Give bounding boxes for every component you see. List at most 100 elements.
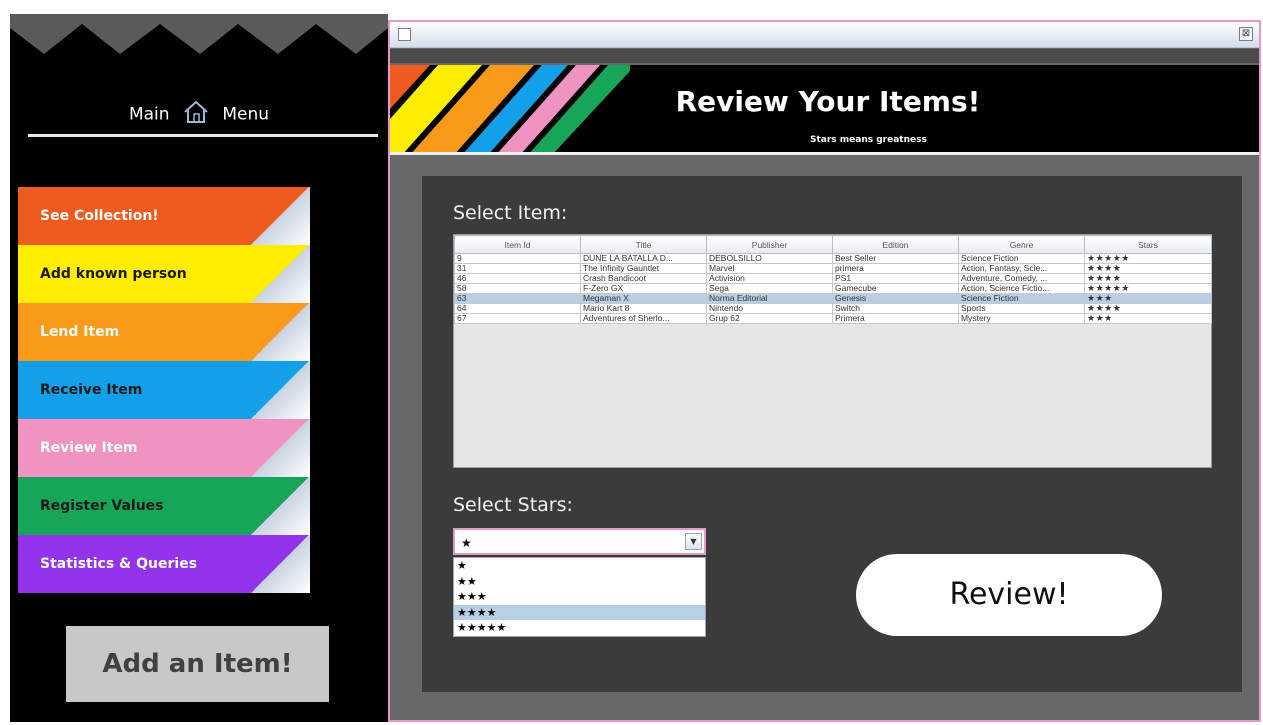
table-cell: 63 <box>454 293 581 304</box>
zigzag-decoration <box>10 14 388 54</box>
table-body: 9 DUNE LA BATALLA D... DEBOLSILLO Best Sell… <box>454 253 1212 324</box>
column-header[interactable]: Genre <box>958 235 1085 254</box>
table-cell: Sports <box>958 303 1085 314</box>
table-cell: F-Zero GX <box>580 283 707 294</box>
chevron-down-icon[interactable]: ▼ <box>685 533 702 550</box>
titlebar-shadow <box>390 49 1259 63</box>
banner: Review Your Items! Stars means greatness <box>390 65 1259 155</box>
table-row[interactable]: 31 The Infinity Gauntlet Marvel primera Acti… <box>454 263 1212 274</box>
table-cell: 64 <box>454 303 581 314</box>
stars-option[interactable]: ★★ <box>454 574 705 590</box>
table-cell: Norma Editorial <box>706 293 833 304</box>
banner-subtitle: Stars means greatness <box>810 135 927 145</box>
menu-divider <box>28 134 378 137</box>
page-fold-decoration <box>250 303 310 361</box>
nav-button-label: Lend Item <box>40 324 120 340</box>
nav-button-label: Review Item <box>40 440 138 456</box>
nav-button-6[interactable]: Register Values <box>18 477 310 535</box>
page-fold-decoration <box>250 535 310 593</box>
table-cell: 31 <box>454 263 581 274</box>
table-cell: Sega <box>706 283 833 294</box>
table-row[interactable]: 63 Megaman X Norma Editorial Genesis Science… <box>454 293 1212 304</box>
stars-option[interactable]: ★★★ <box>454 589 705 605</box>
stars-select[interactable]: ★ ▼ <box>453 528 706 555</box>
table-cell: The Infinity Gauntlet <box>580 263 707 274</box>
content-panel: Select Item: Item Id Title Publisher Editio… <box>422 176 1242 692</box>
nav-button-5[interactable]: Review Item <box>18 419 310 477</box>
table-cell: ★★★★ <box>1084 263 1212 274</box>
window-icon <box>398 28 411 41</box>
select-stars-label: Select Stars: <box>453 494 573 516</box>
stars-option[interactable]: ★★★★ <box>454 604 705 620</box>
column-header[interactable]: Edition <box>832 235 959 254</box>
table-cell: ★★★★★ <box>1084 253 1212 264</box>
table-cell: Crash Bandicoot <box>580 273 707 284</box>
table-cell: Nintendo <box>706 303 833 314</box>
table-cell: Mario Kart 8 <box>580 303 707 314</box>
table-cell: ★★★ <box>1084 293 1212 304</box>
nav-button-3[interactable]: Lend Item <box>18 303 310 361</box>
nav-button-4[interactable]: Receive Item <box>18 361 310 419</box>
table-cell: primera <box>832 263 959 274</box>
nav-button-2[interactable]: Add known person <box>18 245 310 303</box>
table-cell: 46 <box>454 273 581 284</box>
table-cell: Marvel <box>706 263 833 274</box>
table-row[interactable]: 64 Mario Kart 8 Nintendo Switch Sports ★★★★ <box>454 303 1212 314</box>
table-cell: ★★★ <box>1084 313 1212 324</box>
table-cell: ★★★★★ <box>1084 283 1212 294</box>
table-cell: Activision <box>706 273 833 284</box>
stars-option[interactable]: ★★★★★ <box>454 620 705 636</box>
add-item-button[interactable]: Add an Item! <box>66 626 329 702</box>
table-cell: Adventures of Sherlo... <box>580 313 707 324</box>
review-button[interactable]: Review! <box>856 554 1162 636</box>
column-header[interactable]: Publisher <box>706 235 833 254</box>
column-header[interactable]: Item Id <box>454 235 581 254</box>
nav-button-label: See Collection! <box>40 208 159 224</box>
table-row[interactable]: 46 Crash Bandicoot Activision PS1 Adventure,… <box>454 273 1212 284</box>
table-row[interactable]: 9 DUNE LA BATALLA D... DEBOLSILLO Best Sell… <box>454 253 1212 264</box>
table-cell: Best Seller <box>832 253 959 264</box>
stars-option[interactable]: ★ <box>454 558 705 574</box>
close-icon[interactable]: ⊠ <box>1239 27 1253 41</box>
table-cell: Switch <box>832 303 959 314</box>
table-cell: Science Fiction <box>958 293 1085 304</box>
table-cell: ★★★★ <box>1084 273 1212 284</box>
table-cell: Gamecube <box>832 283 959 294</box>
stars-dropdown-list: ★ ★★ ★★★ ★★★★ ★★★★★ <box>453 557 706 637</box>
page-fold-decoration <box>250 361 310 419</box>
home-icon <box>183 100 209 129</box>
nav-button-label: Receive Item <box>40 382 143 398</box>
nav-button-label: Register Values <box>40 498 164 514</box>
items-table: Item Id Title Publisher Edition Genre Stars 9… <box>454 235 1212 324</box>
review-window: ⊠ Review Your Items! Stars means greatne… <box>388 20 1261 722</box>
table-cell: Grup 62 <box>706 313 833 324</box>
table-cell: Science Fiction <box>958 253 1085 264</box>
page-fold-decoration <box>250 245 310 303</box>
column-header[interactable]: Stars <box>1084 235 1212 254</box>
page-fold-decoration <box>250 477 310 535</box>
stars-select-value: ★ <box>461 536 472 550</box>
nav-button-1[interactable]: See Collection! <box>18 187 310 245</box>
table-cell: 58 <box>454 283 581 294</box>
rainbow-stripes-decoration <box>390 65 630 152</box>
nav-button-label: Statistics & Queries <box>40 556 198 572</box>
table-cell: Mystery <box>958 313 1085 324</box>
banner-title: Review Your Items! <box>675 85 981 118</box>
items-table-container[interactable]: Item Id Title Publisher Edition Genre Stars 9… <box>453 234 1212 468</box>
table-header-row: Item Id Title Publisher Edition Genre Stars <box>454 235 1212 254</box>
window-titlebar[interactable]: ⊠ <box>390 22 1259 48</box>
column-header[interactable]: Title <box>580 235 707 254</box>
page-fold-decoration <box>250 187 310 245</box>
table-cell: PS1 <box>832 273 959 284</box>
table-cell: Action, Science Fictio... <box>958 283 1085 294</box>
menu-title-right: Menu <box>222 104 270 125</box>
page-fold-decoration <box>250 419 310 477</box>
nav-button-7[interactable]: Statistics & Queries <box>18 535 310 593</box>
table-cell: Primera <box>832 313 959 324</box>
table-cell: 67 <box>454 313 581 324</box>
nav-button-label: Add known person <box>40 266 187 282</box>
table-row[interactable]: 67 Adventures of Sherlo... Grup 62 Primera M… <box>454 313 1212 324</box>
select-item-label: Select Item: <box>453 202 568 224</box>
table-row[interactable]: 58 F-Zero GX Sega Gamecube Action, Science F… <box>454 283 1212 294</box>
table-cell: DUNE LA BATALLA D... <box>580 253 707 264</box>
